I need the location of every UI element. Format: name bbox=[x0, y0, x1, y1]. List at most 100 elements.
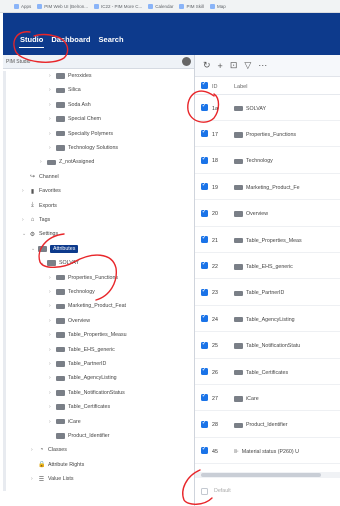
tree-expand-icon[interactable]: › bbox=[22, 188, 26, 194]
row-checkbox[interactable] bbox=[201, 128, 208, 138]
tree-expand-icon[interactable]: › bbox=[22, 217, 26, 223]
tree-expand-icon[interactable]: ⌄ bbox=[31, 246, 35, 252]
folder-icon[interactable]: ⊡ bbox=[230, 60, 238, 71]
tree-node[interactable]: › Technology bbox=[49, 287, 95, 297]
tree-expand-icon[interactable]: › bbox=[49, 390, 53, 396]
tree-expand-icon[interactable]: › bbox=[49, 347, 53, 353]
tree-node[interactable]: ↪ Channel bbox=[22, 172, 59, 182]
table-row[interactable]: 20 Overview bbox=[195, 203, 340, 227]
tree-node[interactable]: › Table_PartnerID bbox=[49, 359, 106, 369]
tree-scrollbar[interactable] bbox=[3, 71, 6, 491]
row-checkbox[interactable] bbox=[201, 260, 208, 270]
more-icon[interactable]: ⋯ bbox=[258, 60, 267, 71]
tree-expand-icon[interactable]: ⌄ bbox=[22, 231, 26, 237]
tree-expand-icon[interactable]: › bbox=[49, 102, 53, 108]
tree-expand-icon[interactable]: › bbox=[49, 404, 53, 410]
tree-node[interactable]: › ◔ Classes bbox=[31, 445, 67, 455]
add-icon[interactable]: + bbox=[218, 61, 223, 71]
tree-node[interactable]: ⤓ Exports bbox=[22, 201, 57, 211]
tree-node[interactable]: ⌄ Attributes bbox=[31, 244, 79, 254]
tree-expand-icon[interactable]: › bbox=[49, 87, 53, 93]
bookmark-item[interactable]: PIM Web UI (Belron... bbox=[37, 3, 88, 9]
select-all-checkbox[interactable] bbox=[201, 80, 208, 89]
table-row[interactable]: 25 Table_NotificationStatu bbox=[195, 335, 340, 359]
tree-expand-icon[interactable]: › bbox=[49, 318, 53, 324]
row-checkbox[interactable] bbox=[201, 234, 208, 243]
row-checkbox[interactable] bbox=[201, 181, 208, 191]
tree-expand-icon[interactable]: › bbox=[49, 289, 53, 295]
row-checkbox[interactable] bbox=[201, 102, 208, 111]
row-checkbox[interactable] bbox=[201, 313, 208, 323]
scrollbar-thumb[interactable] bbox=[201, 473, 321, 477]
table-row[interactable]: 24 Table_AgencyListing bbox=[195, 308, 340, 333]
tree-node[interactable]: › Overview bbox=[49, 316, 90, 326]
table-row[interactable]: 19 Marketing_Product_Fe bbox=[195, 176, 340, 201]
tree-node[interactable]: › Table_NotificationStatus bbox=[49, 388, 125, 398]
row-checkbox[interactable] bbox=[201, 155, 208, 164]
tree-node[interactable]: › ☰ Value Lists bbox=[31, 474, 74, 484]
tree-node[interactable]: › Properties_Functions bbox=[49, 273, 118, 283]
row-checkbox[interactable] bbox=[201, 340, 208, 349]
tree-node[interactable]: › Peroxides bbox=[49, 71, 92, 81]
tree-expand-icon[interactable]: › bbox=[49, 131, 53, 137]
tree-expand-icon[interactable]: › bbox=[49, 303, 53, 309]
table-row[interactable]: 23 Table_PartnerID bbox=[195, 282, 340, 306]
row-checkbox[interactable] bbox=[201, 366, 208, 375]
bookmark-item[interactable]: IC22 - PIM More C... bbox=[93, 3, 142, 9]
nav-studio[interactable]: Studio bbox=[16, 35, 47, 48]
table-row[interactable]: 27 iCare bbox=[195, 387, 340, 412]
table-row[interactable]: 45 ⊪Material status (P260) U bbox=[195, 440, 340, 465]
tree-node[interactable]: 🔒 Attribute Rights bbox=[31, 460, 84, 470]
footer-checkbox[interactable] bbox=[201, 487, 208, 495]
tree-expand-icon[interactable]: › bbox=[49, 375, 53, 381]
tree-node[interactable]: › Technology Solutions bbox=[49, 143, 118, 153]
tree-expand-icon[interactable]: › bbox=[49, 361, 53, 367]
tree-expand-icon[interactable]: › bbox=[31, 476, 35, 482]
nav-search[interactable]: Search bbox=[95, 35, 128, 44]
table-row[interactable]: 26 Table_Certificates bbox=[195, 361, 340, 385]
row-checkbox[interactable] bbox=[201, 445, 208, 455]
tree-expand-icon[interactable]: › bbox=[49, 116, 53, 122]
tree-node[interactable]: › Table_Certificates bbox=[49, 402, 110, 412]
column-label[interactable]: Label bbox=[234, 84, 247, 90]
filter-icon[interactable]: ▽ bbox=[244, 60, 251, 71]
tree-expand-icon[interactable]: › bbox=[31, 447, 35, 453]
refresh-icon[interactable]: ↻ bbox=[203, 60, 211, 71]
table-row[interactable]: 17 Properties_Functions bbox=[195, 123, 340, 148]
tree-node[interactable]: ⌄ SOLVAY bbox=[40, 258, 79, 268]
tree-expand-icon[interactable]: › bbox=[49, 73, 53, 79]
table-row[interactable]: 21 Table_Properties_Meas bbox=[195, 229, 340, 253]
row-checkbox[interactable] bbox=[201, 287, 208, 296]
tree-node[interactable]: › Silica bbox=[49, 85, 81, 95]
tree-node[interactable]: › Table_AgencyListing bbox=[49, 373, 117, 383]
table-row[interactable]: 1a SOLVAY bbox=[195, 97, 340, 121]
row-checkbox[interactable] bbox=[201, 208, 208, 217]
tree-expand-icon[interactable]: › bbox=[49, 332, 53, 338]
table-row[interactable]: 28 Product_Identifier bbox=[195, 414, 340, 438]
row-checkbox[interactable] bbox=[201, 419, 208, 428]
tree-node[interactable]: › Table_Properties_Measu bbox=[49, 330, 127, 340]
tree-node[interactable]: › ▮ Favorites bbox=[22, 186, 61, 196]
tree-node[interactable]: › Z_notAssigned bbox=[40, 157, 94, 167]
tree-node[interactable]: › ⌂ Tags bbox=[22, 215, 50, 225]
tree-node[interactable]: › Special Chem bbox=[49, 114, 101, 124]
tree-expand-icon[interactable]: › bbox=[49, 145, 53, 151]
table-row[interactable]: 18 Technology bbox=[195, 150, 340, 174]
tree-node[interactable]: › Marketing_Product_Feat bbox=[49, 301, 126, 311]
bookmark-item[interactable]: Apps bbox=[14, 3, 31, 9]
tree-node[interactable]: › iCare bbox=[49, 417, 81, 427]
bookmark-item[interactable]: PIM Skill bbox=[179, 3, 204, 9]
panel-settings-icon[interactable] bbox=[182, 57, 191, 66]
nav-dashboard[interactable]: Dashboard bbox=[47, 35, 94, 44]
bookmark-item[interactable]: Map bbox=[210, 3, 226, 9]
tree-node[interactable]: Product_Identifier bbox=[49, 431, 110, 441]
tree-expand-icon[interactable]: › bbox=[49, 419, 53, 425]
tree-expand-icon[interactable]: › bbox=[40, 159, 44, 165]
tree-expand-icon[interactable]: › bbox=[49, 275, 53, 281]
tree-node[interactable]: › Table_EHS_generic bbox=[49, 345, 115, 355]
column-id[interactable]: ID bbox=[208, 84, 234, 90]
row-checkbox[interactable] bbox=[201, 392, 208, 402]
table-row[interactable]: 22 Table_EHS_generic bbox=[195, 255, 340, 280]
tree-node[interactable]: › Specialty Polymers bbox=[49, 129, 113, 139]
tree-node[interactable]: ⌄ ⚙ Settings bbox=[22, 229, 58, 239]
